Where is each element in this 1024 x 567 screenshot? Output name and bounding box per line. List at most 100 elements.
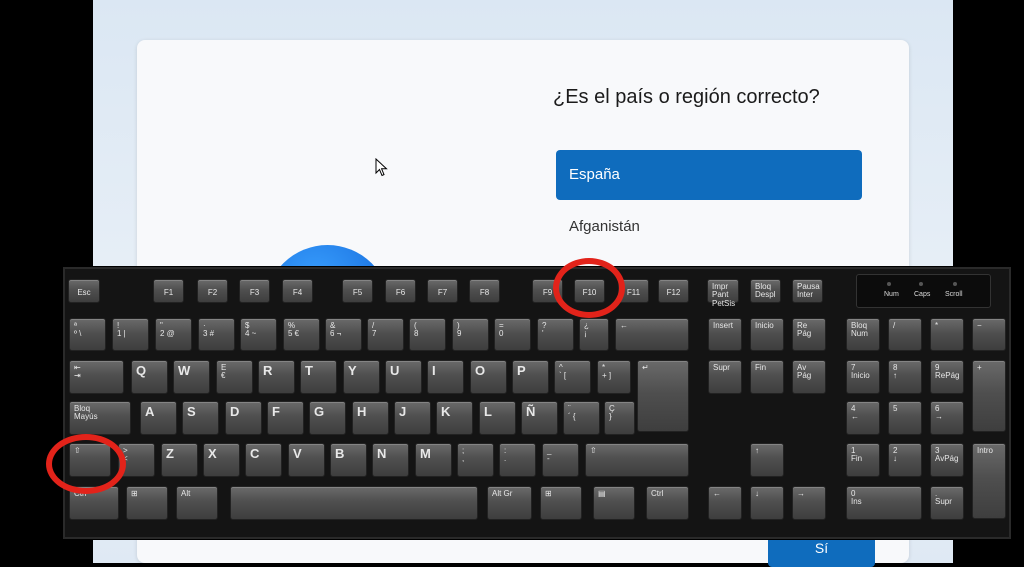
key-z: Z [161, 443, 198, 477]
key-4: 4 ← [846, 401, 880, 435]
key-m: M [415, 443, 452, 477]
key-symbol: = 0 [494, 318, 531, 351]
num-indicator-label: Num [884, 291, 899, 298]
key-symbol: ↓ [750, 486, 784, 520]
key-symbol: → [792, 486, 826, 520]
key-symbol: ⊞ [540, 486, 582, 520]
key-symbol: _ - [542, 443, 579, 477]
key-symbol: − [972, 318, 1006, 351]
key-symbol: ⊞ [126, 486, 168, 520]
lock-indicators: Num Caps Scroll [856, 274, 991, 308]
key-symbol [230, 486, 478, 520]
key-5: 5 [888, 401, 922, 435]
key-symbol: ↵ [637, 360, 689, 432]
key-symbol: ? ' [537, 318, 574, 351]
key-f: F [267, 401, 304, 435]
key-re: Re Pág [792, 318, 826, 351]
key-symbol: % 5 € [283, 318, 320, 351]
key-1: 1 Fin [846, 443, 880, 477]
mouse-cursor-icon [375, 158, 388, 177]
key-2: 2 ↓ [888, 443, 922, 477]
key-symbol: / 7 [367, 318, 404, 351]
key-symbol: $ 4 ~ [240, 318, 277, 351]
key-y: Y [343, 360, 380, 394]
key-l: L [479, 401, 516, 435]
key-f5: F5 [342, 279, 373, 303]
key-impr: Impr Pant PetSis [707, 279, 739, 307]
key-symbol: ⇧ [585, 443, 689, 477]
key-symbol: ↑ [750, 443, 784, 477]
key-t: T [300, 360, 337, 394]
key-symbol: ← [708, 486, 742, 520]
key-x: X [203, 443, 240, 477]
key-0: 0 Ins [846, 486, 922, 520]
region-option-selected[interactable]: España [556, 150, 862, 200]
key-symbol: ¿ ¡ [579, 318, 609, 351]
highlight-circle-f10 [553, 258, 625, 318]
key-f6: F6 [385, 279, 416, 303]
key-symbol: Ç } [604, 401, 635, 435]
key-intro: Intro [972, 443, 1006, 519]
key-symbol: ¨ ´ { [563, 401, 600, 435]
key-f1: F1 [153, 279, 184, 303]
key-n: N [372, 443, 409, 477]
key-h: H [352, 401, 389, 435]
key-symbol: ( 8 [409, 318, 446, 351]
key-ctrl: Ctrl [646, 486, 689, 520]
key-esc: Esc [68, 279, 100, 303]
key-symbol: ª º \ [69, 318, 106, 351]
highlight-circle-shift [46, 434, 126, 494]
key-symbol: ! 1 | [112, 318, 149, 351]
key-fin: Fin [750, 360, 784, 394]
num-led [887, 282, 891, 286]
key-ñ: Ñ [521, 401, 558, 435]
caps-led [919, 282, 923, 286]
key-symbol: / [888, 318, 922, 351]
key-q: Q [131, 360, 168, 394]
key-supr: Supr [708, 360, 742, 394]
key-altgr: Alt Gr [487, 486, 532, 520]
key-alt: Alt [176, 486, 218, 520]
key-r: R [258, 360, 295, 394]
key-symbol: + [972, 360, 1006, 432]
key-b: B [330, 443, 367, 477]
key-f12: F12 [658, 279, 689, 303]
key-symbol: . Supr [930, 486, 964, 520]
key-bloq: Bloq Despl [750, 279, 781, 303]
key-f7: F7 [427, 279, 458, 303]
key-symbol: : . [499, 443, 536, 477]
key-k: K [436, 401, 473, 435]
key-symbol: * + ] [597, 360, 631, 394]
key-j: J [394, 401, 431, 435]
key-9: 9 RePág [930, 360, 964, 394]
scroll-indicator-label: Scroll [945, 291, 963, 298]
key-insert: Insert [708, 318, 742, 351]
key-8: 8 ↑ [888, 360, 922, 394]
key-f8: F8 [469, 279, 500, 303]
key-6: 6 → [930, 401, 964, 435]
key-v: V [288, 443, 325, 477]
key-7: 7 Inicio [846, 360, 880, 394]
region-option[interactable]: Afganistán [569, 218, 640, 235]
key-c: C [245, 443, 282, 477]
key-symbol: " 2 @ [155, 318, 192, 351]
key-symbol: · 3 # [198, 318, 235, 351]
key-bloq: Bloq Num [846, 318, 880, 351]
key-e: E € [216, 360, 253, 394]
key-av: Av Pág [792, 360, 826, 394]
key-g: G [309, 401, 346, 435]
key-d: D [225, 401, 262, 435]
key-w: W [173, 360, 210, 394]
key-pausa: Pausa Inter [792, 279, 823, 303]
key-symbol: ^ ` [ [554, 360, 591, 394]
key-p: P [512, 360, 549, 394]
key-f3: F3 [239, 279, 270, 303]
key-symbol: ) 9 [452, 318, 489, 351]
page-title: ¿Es el país o región correcto? [553, 86, 820, 108]
caps-indicator-label: Caps [914, 291, 931, 298]
key-i: I [427, 360, 464, 394]
key-symbol: * [930, 318, 964, 351]
key-f4: F4 [282, 279, 313, 303]
scroll-led [953, 282, 957, 286]
key-bloq: Bloq Mayús [69, 401, 131, 435]
